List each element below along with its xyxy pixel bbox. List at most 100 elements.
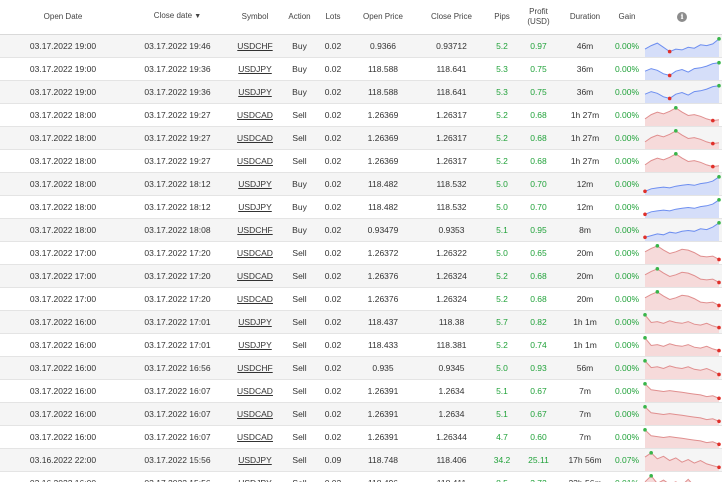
table-row[interactable]: 03.17.2022 16:00 03.17.2022 17:01 USDJPY Se… [0, 310, 722, 334]
symbol-link[interactable]: USDJPY [238, 179, 272, 189]
cell-open-price: 118.748 [348, 448, 418, 472]
cell-action: Sell [281, 264, 318, 288]
symbol-link[interactable]: USDCHF [237, 41, 272, 51]
cell-close-price: 118.532 [418, 172, 485, 196]
table-row[interactable]: 03.17.2022 17:00 03.17.2022 17:20 USDCAD Se… [0, 264, 722, 288]
cell-pips: 5.3 [485, 80, 519, 104]
table-row[interactable]: 03.17.2022 19:00 03.17.2022 19:46 USDCHF Bu… [0, 34, 722, 58]
col-open-price[interactable]: Open Price [348, 0, 418, 35]
col-action[interactable]: Action [281, 0, 318, 35]
cell-open-date: 03.17.2022 18:00 [0, 218, 126, 242]
cell-lots: 0.02 [318, 195, 348, 219]
cell-duration: 20m [558, 264, 612, 288]
cell-action: Buy [281, 218, 318, 242]
cell-open-date: 03.17.2022 16:00 [0, 310, 126, 334]
cell-close-price: 118.406 [418, 448, 485, 472]
table-row[interactable]: 03.16.2022 22:00 03.17.2022 15:56 USDJPY Se… [0, 448, 722, 472]
cell-open-date: 03.17.2022 16:00 [0, 333, 126, 357]
profit-sparkline [644, 473, 692, 482]
col-close-price[interactable]: Close Price [418, 0, 485, 35]
table-row[interactable]: 03.17.2022 17:00 03.17.2022 17:20 USDCAD Se… [0, 241, 722, 265]
cell-gain: 0.00% [612, 356, 642, 380]
symbol-link[interactable]: USDJPY [238, 202, 272, 212]
cell-lots: 0.02 [318, 356, 348, 380]
symbol-link[interactable]: USDCAD [237, 110, 273, 120]
table-row[interactable]: 03.16.2022 16:0003.17.2022 15:56 USDJPY Se… [0, 471, 722, 482]
symbol-link[interactable]: USDCAD [237, 409, 273, 419]
cell-open-price: 118.482 [348, 172, 418, 196]
table-row[interactable]: 03.17.2022 16:00 03.17.2022 16:07 USDCAD Se… [0, 425, 722, 449]
table-row[interactable]: 03.17.2022 18:00 03.17.2022 19:27 USDCAD Se… [0, 126, 722, 150]
profit-sparkline [644, 105, 720, 125]
cell-close-date: 03.17.2022 19:27 [126, 103, 229, 127]
cell-duration: 1h 1m [558, 310, 612, 334]
table-row[interactable]: 03.17.2022 18:00 03.17.2022 18:12 USDJPY Bu… [0, 195, 722, 219]
cell-profit: 0.75 [519, 80, 558, 104]
cell-lots: 0.02 [318, 379, 348, 403]
profit-sparkline [643, 358, 721, 378]
cell-profit: 25.11 [519, 448, 558, 472]
table-row[interactable]: 03.17.2022 16:00 03.17.2022 16:07 USDCAD Se… [0, 379, 722, 403]
cell-close-price: 118.411 [418, 471, 485, 482]
col-symbol[interactable]: Symbol [229, 0, 281, 35]
symbol-link[interactable]: USDCAD [237, 294, 273, 304]
cell-sparkline [642, 402, 722, 426]
symbol-link[interactable]: USDCAD [237, 432, 273, 442]
symbol-link[interactable]: USDJPY [238, 340, 272, 350]
table-row[interactable]: 03.17.2022 16:00 03.17.2022 16:07 USDCAD Se… [0, 402, 722, 426]
cell-action: Sell [281, 402, 318, 426]
table-row[interactable]: 03.17.2022 18:00 03.17.2022 19:27 USDCAD Se… [0, 149, 722, 173]
symbol-link[interactable]: USDCAD [237, 386, 273, 396]
table-row[interactable]: 03.17.2022 18:00 03.17.2022 18:08 USDCHF Bu… [0, 218, 722, 242]
symbol-link[interactable]: USDCAD [237, 271, 273, 281]
table-row[interactable]: 03.17.2022 19:00 03.17.2022 19:36 USDJPY Bu… [0, 80, 722, 104]
cell-action: Sell [281, 448, 318, 472]
info-icon[interactable]: i [677, 11, 687, 22]
symbol-link[interactable]: USDCAD [237, 156, 273, 166]
cell-pips: 5.2 [485, 34, 519, 58]
symbol-link[interactable]: USDJPY [238, 317, 272, 327]
table-row[interactable]: 03.17.2022 19:00 03.17.2022 19:36 USDJPY Bu… [0, 57, 722, 81]
table-row[interactable]: 03.17.2022 16:00 03.17.2022 17:01 USDJPY Se… [0, 333, 722, 357]
symbol-link[interactable]: USDCAD [237, 248, 273, 258]
table-row[interactable]: 03.17.2022 18:00 03.17.2022 19:27 USDCAD Se… [0, 103, 722, 127]
sparkline-area [645, 38, 719, 56]
table-row[interactable]: 03.17.2022 17:00 03.17.2022 17:20 USDCAD Se… [0, 287, 722, 311]
table-row[interactable]: 03.17.2022 16:00 03.17.2022 16:56 USDCHF Se… [0, 356, 722, 380]
cell-pips: 4.7 [485, 425, 519, 449]
table-row[interactable]: 03.17.2022 18:00 03.17.2022 18:12 USDJPY Bu… [0, 172, 722, 196]
symbol-link[interactable]: USDCAD [237, 133, 273, 143]
col-lots[interactable]: Lots [318, 0, 348, 35]
cell-close-price: 1.26322 [418, 241, 485, 265]
col-pips[interactable]: Pips [485, 0, 519, 35]
symbol-link[interactable]: USDJPY [238, 478, 272, 482]
cell-open-price: 118.482 [348, 195, 418, 219]
cell-symbol: USDCAD [229, 287, 281, 311]
col-open-date[interactable]: Open Date [0, 0, 126, 35]
col-duration[interactable]: Duration [558, 0, 612, 35]
cell-duration: 1h 27m [558, 149, 612, 173]
symbol-link[interactable]: USDCHF [237, 363, 272, 373]
symbol-link[interactable]: USDJPY [238, 455, 272, 465]
cell-close-date: 03.17.2022 16:07 [126, 379, 229, 403]
col-profit[interactable]: Profit (USD) [519, 0, 558, 35]
cell-profit: 0.95 [519, 218, 558, 242]
col-close-date[interactable]: Close date ▼ [126, 0, 229, 35]
cell-pips: 5.2 [485, 126, 519, 150]
symbol-link[interactable]: USDJPY [238, 64, 272, 74]
cell-symbol: USDJPY [229, 310, 281, 334]
sparkline-area [645, 176, 719, 194]
symbol-link[interactable]: USDCHF [237, 225, 272, 235]
sparkline-min-marker [667, 96, 672, 100]
cell-pips: 5.1 [485, 218, 519, 242]
cell-close-price: 0.9345 [418, 356, 485, 380]
cell-lots: 0.02 [318, 471, 348, 482]
cell-open-price: 1.26376 [348, 264, 418, 288]
cell-sparkline [642, 57, 722, 81]
col-gain[interactable]: Gain [612, 0, 642, 35]
sparkline-max-marker [643, 335, 647, 340]
cell-symbol: USDCAD [229, 264, 281, 288]
symbol-link[interactable]: USDJPY [238, 87, 272, 97]
sparkline-min-marker [717, 442, 721, 446]
cell-symbol: USDCAD [229, 241, 281, 265]
